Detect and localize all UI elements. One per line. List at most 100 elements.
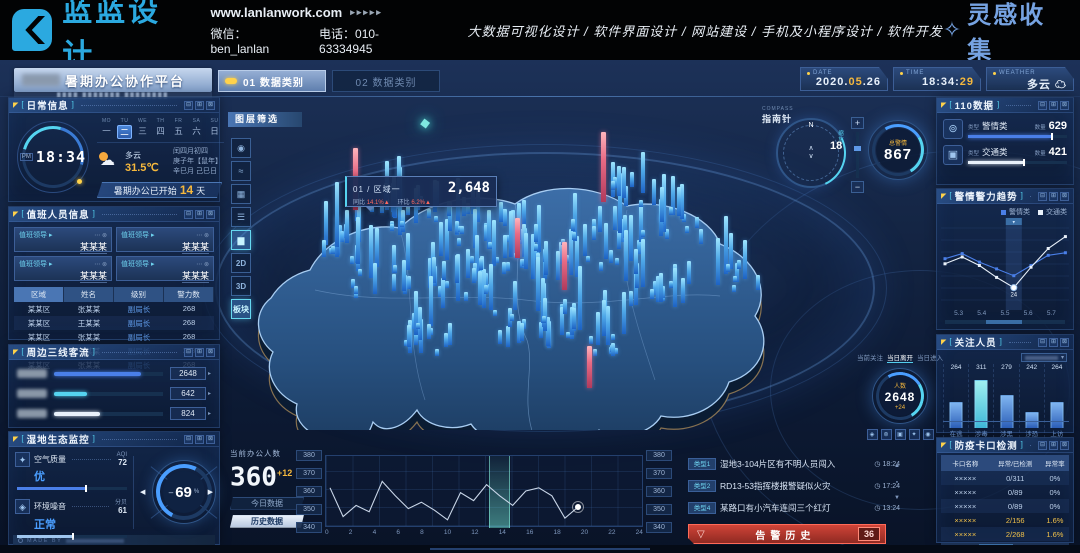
window-controls[interactable]: ⊟⊞⊠ — [184, 101, 215, 110]
window-controls[interactable]: ⊟⊞⊠ — [184, 435, 215, 444]
gauge-prev-arrow[interactable]: ◀ — [140, 488, 145, 496]
weekday-cell[interactable]: WE三 — [135, 118, 150, 139]
svg-text:24: 24 — [1010, 293, 1017, 299]
x-tick-label: 5.6 — [1024, 310, 1033, 317]
weekday-cell[interactable]: FR五 — [171, 118, 186, 139]
window-controls[interactable]: ⊟⊞⊠ — [1038, 192, 1069, 201]
censored-label — [17, 389, 47, 398]
duty-role: 值班领导▸⋯ ⊗ — [121, 230, 209, 240]
focus-tab[interactable]: 当日离开 — [887, 352, 913, 363]
mini-icon-4[interactable]: ✦ — [909, 429, 920, 440]
weekday-cell[interactable]: SA六 — [189, 118, 204, 139]
more-icon[interactable]: ⋯ ⊗ — [94, 261, 107, 268]
y-axis-label: 370 — [646, 468, 672, 479]
alarm-count-badge: 36 — [858, 527, 880, 541]
more-icon[interactable]: ⋯ ⊗ — [196, 232, 209, 239]
dotted-leader — [72, 506, 109, 507]
zoom-out-button[interactable]: − — [851, 181, 864, 193]
window-controls[interactable]: ⊟⊞⊠ — [1038, 101, 1069, 110]
tooltip-region: 01 / 区域一 — [353, 184, 401, 195]
eco-gauge-unit: % — [194, 489, 199, 495]
duty-leader-card[interactable]: 值班领导▸⋯ ⊗某某某 — [14, 227, 112, 252]
focus-tab[interactable]: 当前关注 — [857, 352, 883, 363]
list-icon[interactable]: ☰ — [231, 207, 251, 227]
map-tooltip: 01 / 区域一 2,648 同比 14.1%▲ 环比 6.2%▲ — [345, 176, 497, 207]
y-axis-label: 350 — [296, 504, 322, 515]
mini-icon-1[interactable]: ◈ — [867, 429, 878, 440]
mini-icon-3[interactable]: ▣ — [895, 429, 906, 440]
weekday-cell[interactable]: TH四 — [153, 118, 168, 139]
duty-leader-card[interactable]: 值班领导▸⋯ ⊗某某某 — [116, 256, 214, 281]
weekday-cn: 一 — [99, 125, 114, 137]
scroll-up-icon[interactable]: ▲ — [892, 458, 902, 474]
weekday-cell[interactable]: TU二 — [117, 118, 132, 139]
legend-swatch — [1001, 210, 1006, 215]
mini-icon-2[interactable]: ⊚ — [881, 429, 892, 440]
gauge-next-arrow[interactable]: ▶ — [208, 488, 213, 496]
zoom-track[interactable] — [856, 132, 859, 178]
dotted-leader — [1030, 445, 1031, 446]
alert-item[interactable]: 类型1湿地3-104片区有不明人员闯入◷ 18:24 — [688, 456, 900, 472]
grid-icon[interactable]: ▦ — [231, 184, 251, 204]
window-controls[interactable]: ⊟⊞⊠ — [184, 348, 215, 357]
legend-item[interactable]: 交通类 — [1038, 207, 1067, 217]
signal-icon[interactable]: ≈ — [231, 161, 251, 181]
minimize-icon: ⊟ — [184, 435, 193, 444]
panel-title: 湿地生态监控 — [27, 432, 90, 446]
focus-range-dropdown[interactable]: ▾ — [1021, 353, 1067, 362]
collect-button[interactable]: ✧ 灵感收集 — [943, 0, 1080, 65]
camera-icon[interactable]: ◉ — [231, 138, 251, 158]
legend-item[interactable]: 警情类 — [1001, 207, 1030, 217]
checkpoint-row: ×××××2/2681.6% — [941, 527, 1069, 541]
alert-item[interactable]: 类型2RD13-53指挥楼报警疑似火灾◷ 17:24 — [688, 478, 900, 494]
tab-data-category-2[interactable]: 02 数据类别 — [332, 70, 440, 92]
window-controls[interactable]: ⊟⊞⊠ — [1038, 441, 1069, 450]
corner-tick: ◤ — [941, 339, 946, 346]
tab-data-category-1[interactable]: 01 数据类别 — [218, 70, 326, 92]
more-icon[interactable]: ⋯ ⊗ — [196, 261, 209, 268]
table-cell: 某某区 — [14, 302, 64, 316]
weekday-cell[interactable]: SU日 — [207, 118, 222, 139]
chart-icon[interactable]: ▆ — [231, 230, 251, 250]
scroll-down-icon[interactable]: ▼ — [892, 490, 902, 506]
btn-blocks[interactable]: 板块 — [231, 299, 251, 319]
zoom-in-button[interactable]: + — [851, 117, 864, 129]
focus-tab[interactable]: 当日进入 — [917, 352, 943, 363]
y-axis-label: 380 — [646, 450, 672, 461]
x-tick-label: 0 — [325, 529, 329, 536]
btn-2d[interactable]: 2D — [231, 253, 251, 273]
zoom-thumb[interactable] — [854, 146, 861, 151]
more-icon[interactable]: ⋯ ⊗ — [94, 232, 107, 239]
region-map — [215, 140, 875, 430]
type-name: 交通类 — [982, 146, 1008, 158]
alert-item[interactable]: 类型4某路口有小汽车连闯三个红灯◷ 13:24 — [688, 500, 900, 516]
temperature: 31.5℃ — [125, 161, 159, 174]
today-data-button[interactable]: 今日数据 — [230, 497, 304, 510]
alarm-history-button[interactable]: ▽ 告警历史 36 — [688, 524, 886, 544]
duty-leader-card[interactable]: 值班领导▸⋯ ⊗某某某 — [116, 227, 214, 252]
btn-3d[interactable]: 3D — [231, 276, 251, 296]
column-header: 卡口名称 — [941, 455, 990, 471]
mini-icon-5[interactable]: ◉ — [923, 429, 934, 440]
bracket-decor: [ — [949, 192, 951, 200]
trend-scrollbar[interactable] — [945, 320, 1065, 324]
layer-toolbar: ◉ ≈ ▦ ☰ ▆ 2D 3D 板块 — [231, 138, 253, 319]
window-controls[interactable]: ⊟⊞⊠ — [184, 210, 215, 219]
compass-dial[interactable]: N ∧∨ — [776, 118, 846, 188]
history-data-button[interactable]: 历史数据 — [230, 515, 304, 528]
duty-leader-card[interactable]: 值班领导▸⋯ ⊗某某某 — [14, 256, 112, 281]
page-title: 暑期办公协作平台 — [65, 71, 185, 90]
window-icon: ⊞ — [1049, 338, 1058, 347]
bracket-decor: [ — [21, 210, 23, 218]
expand-icon: ⊠ — [206, 348, 215, 357]
alarm-history-label: 告警历史 — [713, 527, 858, 542]
bracket-decor: [ — [949, 101, 951, 109]
alert-text: RD13-53指挥楼报警疑似火灾 — [720, 480, 870, 492]
duty-name: 某某某 — [80, 269, 107, 283]
gauge-dash: – — [169, 488, 173, 497]
dotted-leader — [1009, 342, 1031, 343]
window-controls[interactable]: ⊟⊞⊠ — [1038, 338, 1069, 347]
weekday-en: WE — [135, 118, 150, 124]
weekday-cell[interactable]: MO一 — [99, 118, 114, 139]
data110-row: ▣类型交通类数量421 — [937, 139, 1073, 165]
